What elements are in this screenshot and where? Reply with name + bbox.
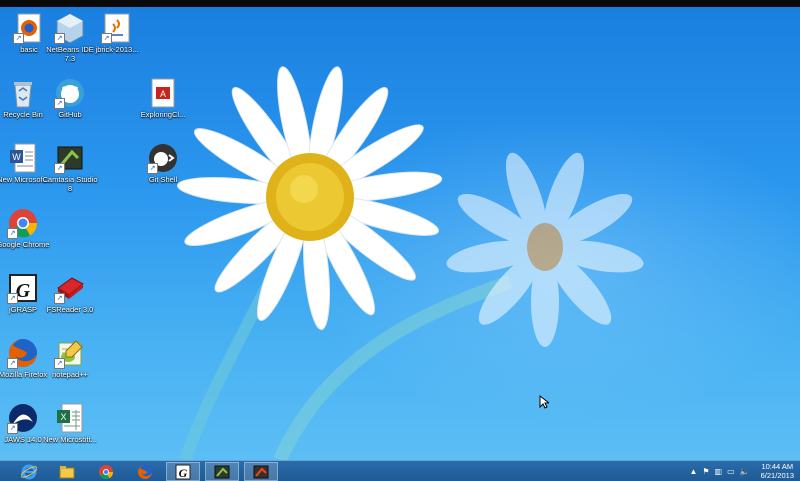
desktop-icon-new-excel-doc[interactable]: X New Microsoft... bbox=[41, 402, 99, 445]
camtasia-recorder-icon bbox=[253, 465, 269, 478]
taskbar-jgrasp[interactable]: G bbox=[166, 462, 200, 481]
pdf-icon: A bbox=[147, 77, 179, 109]
recycle-bin-icon bbox=[7, 77, 39, 109]
desktop-icon-exploring[interactable]: A ExploringCl... bbox=[134, 77, 192, 120]
firefox-icon: ↗ bbox=[7, 337, 39, 369]
taskbar-file-explorer[interactable] bbox=[50, 462, 84, 481]
taskbar-internet-explorer[interactable] bbox=[12, 462, 46, 481]
jgrasp-icon: G ↗ bbox=[7, 272, 39, 304]
svg-text:X: X bbox=[60, 412, 66, 422]
desktop-icon-jbrick[interactable]: ↗ jbrick-2013... bbox=[88, 12, 146, 55]
svg-text:A: A bbox=[160, 89, 166, 99]
desktop-icon-label: ExploringCl... bbox=[140, 110, 186, 119]
word-doc-icon: W bbox=[7, 142, 39, 174]
internet-explorer-icon bbox=[21, 464, 37, 479]
taskbar: G ▲ ⚑ ▥ ▭ 🔈 10:44 AM 6/21/2013 bbox=[0, 460, 800, 481]
github-icon: ↗ bbox=[54, 77, 86, 109]
desktop-icon-label: GitHub bbox=[58, 110, 82, 119]
camtasia-icon bbox=[214, 465, 230, 478]
excel-doc-icon: X bbox=[54, 402, 86, 434]
desktop-icon-github[interactable]: ↗ GitHub bbox=[41, 77, 99, 120]
fsreader-icon: ↗ bbox=[54, 272, 86, 304]
desktop-icon-label: jbrick-2013... bbox=[95, 45, 139, 54]
java-icon: ↗ bbox=[101, 12, 133, 44]
svg-text:G: G bbox=[16, 280, 31, 302]
mouse-pointer-icon bbox=[539, 395, 549, 409]
taskbar-clock[interactable]: 10:44 AM 6/21/2013 bbox=[761, 462, 794, 480]
taskbar-mozilla-firefox[interactable] bbox=[128, 462, 162, 481]
clock-time: 10:44 AM bbox=[761, 462, 794, 471]
desktop-icon-label: FSReader 3.0 bbox=[46, 305, 94, 314]
notepad-plus-icon: ↗ bbox=[54, 337, 86, 369]
desktop-icon-notepad-plus[interactable]: ↗ notepad++ bbox=[41, 337, 99, 380]
show-hidden-icons-chevron-icon[interactable]: ▲ bbox=[689, 467, 697, 476]
daisy-wallpaper bbox=[176, 66, 644, 460]
jgrasp-icon: G bbox=[175, 464, 191, 480]
desktop-icon-label: Git Shell bbox=[148, 175, 178, 184]
desktop-icon-fsreader[interactable]: ↗ FSReader 3.0 bbox=[41, 272, 99, 315]
desktop-icon-git-shell[interactable]: ↗ Git Shell bbox=[134, 142, 192, 185]
camtasia-icon: ↗ bbox=[54, 142, 86, 174]
firefox-icon bbox=[138, 464, 152, 479]
action-center-flag-icon[interactable]: ⚑ bbox=[702, 467, 709, 476]
jaws-icon: ↗ bbox=[7, 402, 39, 434]
taskbar-camtasia-recorder[interactable] bbox=[244, 462, 278, 481]
network-icon[interactable]: ▥ bbox=[715, 467, 723, 476]
volume-icon[interactable]: 🔈 bbox=[740, 467, 750, 476]
desktop-icon-camtasia[interactable]: ↗ Camtasia Studio 8 bbox=[41, 142, 99, 193]
file-explorer-icon bbox=[59, 465, 75, 478]
svg-text:G: G bbox=[179, 466, 188, 480]
screen-top-bar bbox=[0, 0, 800, 7]
system-tray: ▲ ⚑ ▥ ▭ 🔈 10:44 AM 6/21/2013 bbox=[689, 461, 794, 481]
desktop-icon-google-chrome[interactable]: ↗ Google Chrome bbox=[0, 207, 52, 250]
netbeans-icon: ↗ bbox=[54, 12, 86, 44]
monitor-icon[interactable]: ▭ bbox=[727, 467, 735, 476]
svg-text:W: W bbox=[12, 152, 21, 162]
chrome-icon bbox=[99, 464, 114, 479]
taskbar-camtasia-studio[interactable] bbox=[205, 462, 239, 481]
desktop-icon-label: New Microsoft... bbox=[43, 435, 97, 444]
git-shell-icon: ↗ bbox=[147, 142, 179, 174]
taskbar-google-chrome[interactable] bbox=[89, 462, 123, 481]
clock-date: 6/21/2013 bbox=[760, 471, 794, 480]
desktop[interactable]: ↗ basic ↗ NetBeans IDE 7.3 ↗ jbrick-2013… bbox=[0, 7, 800, 460]
chrome-icon: ↗ bbox=[7, 207, 39, 239]
desktop-icon-label: Google Chrome bbox=[0, 240, 50, 249]
desktop-icon-label: Camtasia Studio 8 bbox=[42, 175, 98, 193]
desktop-icon-label: notepad++ bbox=[52, 370, 88, 379]
